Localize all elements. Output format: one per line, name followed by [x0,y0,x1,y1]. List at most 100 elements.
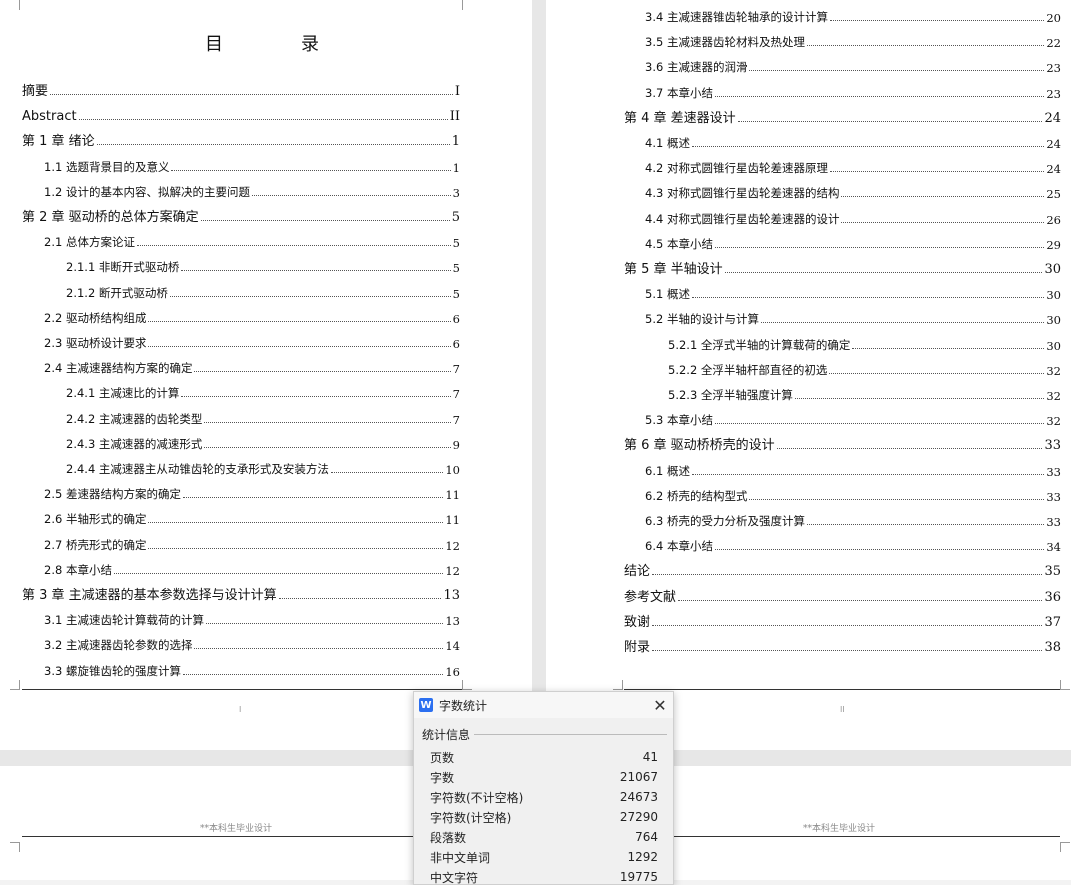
toc-entry-text: Abstract [22,109,77,125]
close-icon[interactable]: ✕ [647,692,673,718]
toc-page-number: 7 [452,387,460,402]
toc-page-number: 11 [445,488,460,503]
toc-entry[interactable]: 2.4.3 主减速器的减速形式 9 [66,434,460,452]
toc-entry[interactable]: 第 6 章 驱动桥桥壳的设计 33 [624,435,1061,453]
toc-leader-dots [171,169,451,171]
toc-entry-text: 参考文献 [624,589,677,605]
toc-entry[interactable]: 5.2.1 全浮式半轴的计算载荷的确定 30 [668,335,1061,353]
toc-entry[interactable]: 2.3 驱动桥设计要求 6 [44,333,460,351]
toc-entry[interactable]: 摘要 I [22,81,460,99]
toc-entry[interactable]: 5.3 本章小结 32 [645,410,1061,428]
toc-entry-text: 1.1 选题背景目的及意义 [44,159,170,174]
toc-entry[interactable]: 4.2 对称式圆锥行星齿轮差速器原理 24 [645,158,1061,176]
toc-entry[interactable]: 第 1 章 绪论 1 [22,131,460,149]
toc-entry-text: 3.6 主减速器的润滑 [645,60,748,75]
dialog-title: 字数统计 [439,698,488,713]
toc-leader-dots [749,498,1045,500]
dialog-titlebar[interactable]: W 字数统计 ✕ [414,692,673,718]
toc-page-number: 23 [1046,86,1061,101]
toc-entry[interactable]: 5.2.2 全浮半轴杆部直径的初选 32 [668,360,1061,378]
toc-entry[interactable]: 第 4 章 差速器设计 24 [624,108,1061,126]
header-divider [22,836,462,837]
toc-entry[interactable]: 2.2 驱动桥结构组成 6 [44,308,460,326]
toc-leader-dots [829,372,1045,374]
toc-page-number: 24 [1046,137,1061,151]
toc-entry[interactable]: 3.6 主减速器的润滑 23 [645,57,1061,75]
toc-leader-dots [182,673,444,675]
toc-entry[interactable]: 2.4.4 主减速器主从动锥齿轮的支承形式及安装方法 10 [66,459,460,477]
toc-entry[interactable]: 2.1 总体方案论证 5 [44,232,460,250]
toc-entry[interactable]: 参考文献 36 [624,587,1061,605]
toc-entry[interactable]: 第 3 章 主减速器的基本参数选择与设计计算 13 [22,585,460,603]
toc-entry[interactable]: 2.4.1 主减速比的计算 7 [66,383,460,401]
toc-entry[interactable]: 第 2 章 驱动桥的总体方案确定 5 [22,207,460,225]
toc-entry-text: 5.2.3 全浮半轴强度计算 [668,388,793,402]
toc-entry[interactable]: 3.2 主减速器齿轮参数的选择 14 [44,635,460,653]
toc-entry[interactable]: 5.2 半轴的设计与计算 30 [645,309,1061,327]
toc-page-number: 32 [1046,414,1061,429]
toc-entry[interactable]: 第 5 章 半轴设计 30 [624,259,1061,277]
toc-entry[interactable]: 2.4.2 主减速器的齿轮类型 7 [66,409,460,427]
toc-entry[interactable]: 2.1.1 非断开式驱动桥 5 [66,257,460,275]
toc-entry[interactable]: 2.5 差速器结构方案的确定 11 [44,484,460,502]
toc-page-number: 13 [445,614,460,629]
toc-entry-text: 第 2 章 驱动桥的总体方案确定 [22,210,199,225]
toc-entry[interactable]: 附录 38 [624,637,1061,655]
toc-entry[interactable]: 6.1 概述 33 [645,461,1061,479]
toc-entry[interactable]: 6.4 本章小结 34 [645,536,1061,554]
toc-entry-text: 2.4 主减速器结构方案的确定 [44,361,193,376]
toc-entry[interactable]: 结论 35 [624,561,1061,579]
toc-entry[interactable]: 3.1 主减速齿轮计算载荷的计算 13 [44,610,460,628]
toc-entry-text: 第 4 章 差速器设计 [624,110,736,126]
toc-entry-text: 2.4.1 主减速比的计算 [66,386,180,401]
toc-entry[interactable]: 6.2 桥壳的结构型式 33 [645,486,1061,504]
toc-page-number: 1 [451,134,460,150]
toc-entry[interactable]: 2.4 主减速器结构方案的确定 7 [44,358,460,376]
toc-page-number: 34 [1046,540,1061,555]
toc-entry-text: 4.4 对称式圆锥行星齿轮差速器的设计 [645,211,840,226]
stat-label: 字数 [430,770,455,785]
toc-entry[interactable]: 2.7 桥壳形式的确定 12 [44,535,460,553]
toc-entry[interactable]: 4.5 本章小结 29 [645,234,1061,252]
stat-row: 段落数 764 [414,827,673,847]
toc-entry[interactable]: 4.3 对称式圆锥行星齿轮差速器的结构 25 [645,183,1061,201]
toc-page-number: 10 [445,463,460,477]
stat-row: 字数 21067 [414,767,673,787]
toc-leader-dots [194,648,444,650]
section-divider [474,734,667,735]
toc-entry[interactable]: 3.7 本章小结 23 [645,83,1061,101]
toc-entry[interactable]: 2.8 本章小结 12 [44,560,460,578]
toc-entry-text: 2.1.1 非断开式驱动桥 [66,260,180,275]
toc-entry[interactable]: 6.3 桥壳的受力分析及强度计算 33 [645,511,1061,529]
toc-entry[interactable]: 2.1.2 断开式驱动桥 5 [66,283,460,301]
toc-leader-dots [806,524,1045,525]
toc-leader-dots [714,95,1045,97]
toc-entry[interactable]: 3.3 螺旋锥齿轮的强度计算 16 [44,661,460,679]
margin-corner-mark [10,680,20,690]
toc-entry[interactable]: 5.2.3 全浮半轴强度计算 32 [668,385,1061,403]
toc-leader-dots [50,94,453,95]
toc-entry[interactable]: 3.4 主减速器锥齿轮轴承的设计计算 20 [645,7,1061,25]
toc-entry[interactable]: 4.1 概述 24 [645,133,1061,151]
toc-entry-text: 2.4.4 主减速器主从动锥齿轮的支承形式及安装方法 [66,462,329,476]
toc-entry[interactable]: 3.5 主减速器齿轮材料及热处理 22 [645,32,1061,50]
toc-leader-dots [749,70,1045,72]
toc-entry[interactable]: 5.1 概述 30 [645,284,1061,302]
toc-entry[interactable]: 4.4 对称式圆锥行星齿轮差速器的设计 26 [645,209,1061,227]
toc-entry-text: 3.7 本章小结 [645,85,713,100]
toc-page-number: 5 [452,286,460,301]
toc-entry[interactable]: 1.1 选题背景目的及意义 1 [44,157,460,175]
toc-page-number: 12 [445,538,460,553]
word-count-dialog[interactable]: W 字数统计 ✕ 统计信息 页数 41 字数 21067 字符数(不计空格) 24673 字… [413,691,674,885]
stat-label: 非中文单词 [430,850,491,865]
toc-entry[interactable]: 致谢 37 [624,612,1061,630]
toc-page-number: 35 [1044,564,1061,580]
wps-writer-icon: W [419,698,433,712]
toc-entry[interactable]: 1.2 设计的基本内容、拟解决的主要问题 3 [44,182,460,200]
toc-entry[interactable]: Abstract II [22,106,460,124]
toc-page-number: 30 [1044,262,1061,277]
toc-entry[interactable]: 2.6 半轴形式的确定 11 [44,509,460,527]
toc-leader-dots [852,347,1045,349]
toc-page-number: 6 [452,337,460,351]
toc-page-number: 33 [1044,438,1061,454]
